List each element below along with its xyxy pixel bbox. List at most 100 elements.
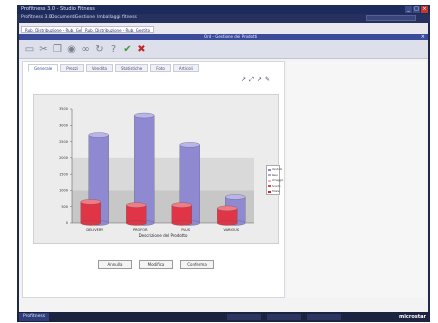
taskbar: Profitness microstar [17,312,430,322]
link-icon[interactable]: ∞ [80,44,91,55]
menu-bar: Profitness 3.0 Documenti Gestione Imball… [17,14,430,23]
bar-reso [217,205,238,226]
view-icon[interactable]: ◉ [66,44,77,55]
share-icon[interactable]: ↗ [257,76,262,84]
delete-icon[interactable]: ✖ [136,44,147,55]
bar-reso-top [217,205,238,211]
refresh-icon[interactable]: ↻ [94,44,105,55]
legend-swatch [268,185,271,187]
toolbar: ▭ ✂ ❐ ◉ ∞ ↻ ? ✔ ✖ [19,40,428,59]
legend-item: Sconto [268,185,281,188]
side-panel [287,61,426,298]
bar-reso-body [171,204,192,224]
y-tick-label: 1000 [59,189,68,193]
minimize-button[interactable]: _ [405,6,412,13]
tab-vendita[interactable]: Vendita [85,64,113,72]
tab-prezzi[interactable]: Prezzi [60,64,84,72]
legend-swatch [268,179,271,182]
menu-item-profitness[interactable]: Profitness 3.0 [21,15,52,20]
bar-venduto-top [179,142,200,148]
bar-reso [171,202,192,226]
window-title: Profitness 3.0 - Studio Fitness [21,6,95,12]
legend-swatch [268,190,271,193]
cancel-button[interactable]: Annulla [98,260,132,269]
legend-label: Sconto [272,184,281,188]
expand-icon[interactable]: ⤢ [249,76,254,84]
x-axis-label: Descrizione del Prodotto [139,233,188,238]
tab-generale[interactable]: Generale [28,64,59,72]
legend-label: Omaggio [272,179,284,182]
start-button[interactable]: Profitness [19,313,50,321]
y-tick-label: 500 [61,205,68,209]
legend-item: Totale [268,190,279,193]
app-area: Rub. Distribuzione - Rub. Gestito Rub. D… [19,23,428,313]
y-tick-label: 1500 [59,172,68,176]
bar-reso-body [80,201,101,224]
menu-item-gestione[interactable]: Gestione [75,15,95,20]
bar-reso-body [126,204,147,224]
bar-venduto-top [134,112,155,119]
bar-reso [80,199,101,226]
y-tick-label: 2500 [59,140,68,144]
y-tick-label: 2000 [59,156,68,160]
y-tick-label: 3500 [59,107,68,111]
bar-reso-top [80,199,101,205]
y-tick-label: 3000 [59,123,68,127]
taskbar-slot[interactable] [307,314,341,320]
copy-icon[interactable]: ❐ [52,44,63,55]
legend-label: Venduto [272,168,283,171]
brand-logo: microstar [399,314,426,320]
bar-reso-top [126,202,147,208]
legend-item: Venduto [268,168,282,171]
content-panel: Generale Prezzi Vendita Statistiche Foto… [22,61,285,298]
save-button[interactable]: Conferma [180,260,214,269]
tab-statistiche[interactable]: Statistiche [115,64,149,72]
title-bar: Profitness 3.0 - Studio Fitness _ □ × [17,5,430,14]
cut-icon[interactable]: ✂ [38,44,49,55]
bar-reso-base [171,220,192,226]
window-controls: _ □ × [405,6,428,13]
tab-bar: Generale Prezzi Vendita Statistiche Foto… [28,64,199,72]
breadcrumb: Rub. Distribuzione - Rub. Gestito Rub. D… [19,23,428,34]
taskbar-slot[interactable] [267,314,301,320]
document-icon[interactable]: ▭ [24,44,35,55]
x-tick-label: VARIOUS [223,228,239,232]
bar-chart: 0 500 1000 1500 2000 2500 3000 3500 DELIVERY PROF… [59,107,254,238]
check-icon[interactable]: ✔ [122,44,133,55]
legend-label: Totale [272,190,280,193]
screen: Profitness 3.0 - Studio Fitness _ □ × Pr… [0,0,438,323]
y-tick-label: 0 [66,221,68,225]
export-icon[interactable]: ↗ [241,76,246,84]
bar-venduto-top [88,132,109,138]
tab-foto[interactable]: Foto [150,64,171,72]
legend-label: Reso [272,173,278,177]
legend-swatch [268,168,271,171]
tab-articoli[interactable]: Articoli [172,64,199,72]
search-input[interactable] [366,15,416,21]
bar-reso-base [80,220,101,226]
legend-item: Reso [268,174,278,177]
menu-item-imballaggi[interactable]: Imballaggi fitness [97,15,137,20]
taskbar-slot[interactable] [227,314,261,320]
x-tick-label: PROFOR [133,228,148,232]
maximize-button[interactable]: □ [413,6,420,13]
help-icon[interactable]: ? [108,44,119,55]
chart-container: 0 500 1000 1500 2000 2500 3000 3500 DELIVERY PROF… [33,94,283,244]
bar-reso-top [171,202,192,208]
menu-item-documenti[interactable]: Documenti [51,15,76,20]
legend-item: Omaggio [268,179,283,182]
bar-reso-base [126,220,147,226]
bar-venduto-top [225,194,246,200]
x-tick-label: PLUS [181,228,190,232]
close-button[interactable]: × [421,6,428,13]
action-buttons: Annulla Modifica Conferma [98,260,214,269]
breadcrumb-item[interactable]: Rub. Distribuzione - Rub. Gestito [81,26,155,33]
modify-button[interactable]: Modifica [139,260,173,269]
bar-reso-base [217,220,238,226]
x-tick-label: DELIVERY [86,228,104,232]
chart-toolbar: ↗ ⤢ ↗ ✎ [241,76,270,84]
bar-reso [126,202,147,226]
edit-icon[interactable]: ✎ [265,76,270,84]
chart-legend: Venduto Reso Omaggio Sconto Totale [266,165,283,195]
legend-swatch [268,174,271,176]
